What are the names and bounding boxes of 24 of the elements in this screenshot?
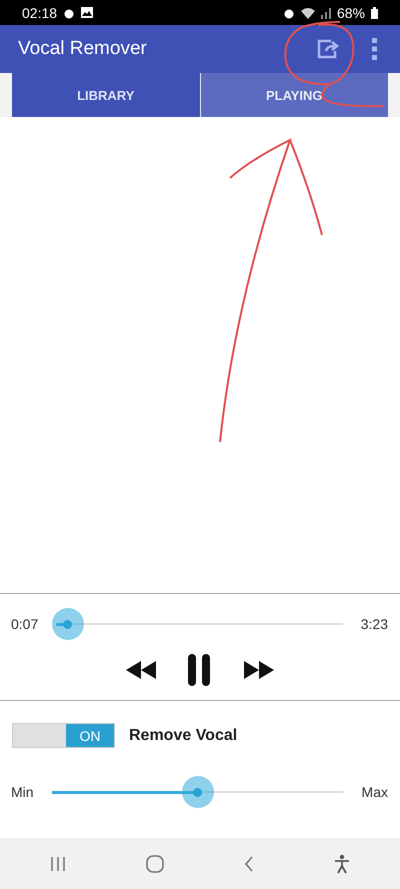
battery-level: 68% xyxy=(336,4,365,20)
slider-thumb[interactable] xyxy=(182,776,214,808)
back-icon[interactable] xyxy=(244,856,254,872)
clock: 02:18 xyxy=(22,4,58,20)
wifi-icon xyxy=(300,6,315,18)
home-icon[interactable] xyxy=(146,854,164,872)
total-duration: 3:23 xyxy=(360,616,388,632)
rewind-icon[interactable] xyxy=(126,661,158,679)
elapsed-time: 0:07 xyxy=(11,616,38,632)
slider-thumb[interactable] xyxy=(52,608,84,640)
app-title: Vocal Remover xyxy=(18,38,148,60)
tab[interactable]: LIBRARY xyxy=(12,73,200,117)
remove-vocal-label: Remove Vocal xyxy=(129,726,238,744)
min-label: Min xyxy=(11,784,34,800)
fast-forward-icon[interactable] xyxy=(242,661,274,679)
tab[interactable]: PLAYING xyxy=(200,73,388,117)
image-icon xyxy=(81,7,94,18)
toggle-switch[interactable]: ON xyxy=(12,723,115,748)
max-label: Max xyxy=(362,784,388,800)
recent-apps-icon[interactable] xyxy=(50,856,66,872)
battery-icon xyxy=(371,6,378,18)
signal-icon xyxy=(320,6,331,18)
accessibility-icon[interactable] xyxy=(334,854,350,874)
pause-icon[interactable] xyxy=(188,654,212,686)
